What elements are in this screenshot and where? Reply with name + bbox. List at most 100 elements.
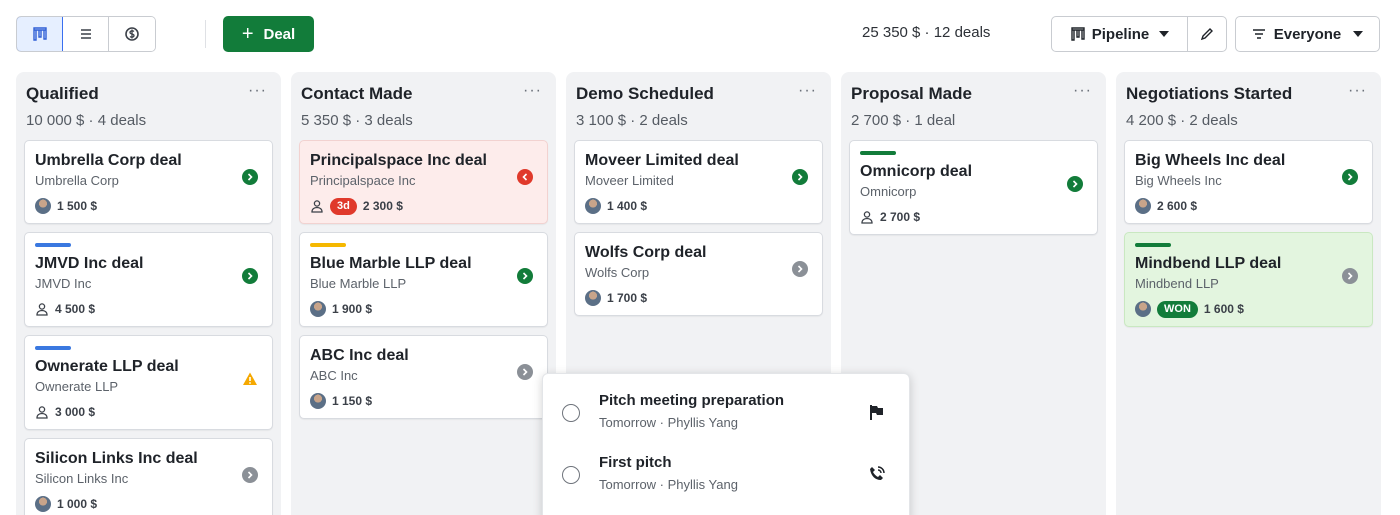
- stage-title: Proposal Made: [851, 84, 972, 103]
- deal-card[interactable]: JMVD Inc deal JMVD Inc 4 500 $: [24, 232, 273, 327]
- stage-title: Contact Made: [301, 84, 413, 103]
- no-activity-icon[interactable]: [517, 364, 533, 380]
- deal-card[interactable]: Umbrella Corp deal Umbrella Corp 1 500 $: [24, 140, 273, 224]
- deal-title: Silicon Links Inc deal: [35, 450, 198, 467]
- schedule-activity-icon[interactable]: [242, 169, 258, 185]
- deal-organization: Principalspace Inc: [310, 173, 416, 188]
- deal-card[interactable]: Silicon Links Inc deal Silicon Links Inc 1…: [24, 438, 273, 515]
- stage-header: Demo Scheduled 3 100 $ · 2 deals ···: [566, 72, 831, 140]
- deal-card[interactable]: Big Wheels Inc deal Big Wheels Inc 2 600 $: [1124, 140, 1373, 224]
- deal-footer: 1 700 $: [585, 289, 812, 307]
- stage-summary: 10 000 $ · 4 deals: [26, 112, 147, 129]
- stage-summary: 2 700 $ · 1 deal: [851, 112, 956, 129]
- stage-header: Proposal Made 2 700 $ · 1 deal ···: [841, 72, 1106, 140]
- avatar: [585, 198, 601, 214]
- schedule-activity-icon[interactable]: [517, 268, 533, 284]
- deal-footer: 4 500 $: [35, 300, 262, 318]
- forecast-view-icon: [125, 27, 139, 41]
- chevron-down-icon: [1353, 31, 1364, 37]
- deal-card[interactable]: Ownerate LLP deal Ownerate LLP 3 000 $: [24, 335, 273, 430]
- deal-title: Omnicorp deal: [860, 163, 973, 180]
- stage-header: Contact Made 5 350 $ · 3 deals ···: [291, 72, 556, 140]
- stage-header: Negotiations Started 4 200 $ · 2 deals ···: [1116, 72, 1381, 140]
- schedule-activity-icon[interactable]: [1067, 176, 1083, 192]
- avatar: [1135, 198, 1151, 214]
- pipeline-icon: [1071, 27, 1085, 41]
- deal-organization: Silicon Links Inc: [35, 471, 129, 486]
- warning-icon[interactable]: [242, 371, 258, 387]
- no-activity-icon[interactable]: [792, 261, 808, 277]
- deal-title: Mindbend LLP deal: [1135, 255, 1282, 272]
- label-stripe: [860, 151, 896, 155]
- more-options-icon[interactable]: ···: [1348, 82, 1367, 100]
- stage-title: Demo Scheduled: [576, 84, 714, 103]
- no-activity-icon[interactable]: [1342, 268, 1358, 284]
- deal-value: 3 000 $: [55, 405, 96, 419]
- pipeline-summary: 25 350 $ · 12 deals: [862, 24, 991, 41]
- deal-organization: Mindbend LLP: [1135, 276, 1219, 291]
- toolbar: + Deal 25 350 $ · 12 deals Pipeline Ever…: [0, 0, 1400, 64]
- edit-pipeline-button[interactable]: [1188, 17, 1226, 51]
- deal-value: 4 500 $: [55, 302, 96, 316]
- deal-card-list: Umbrella Corp deal Umbrella Corp 1 500 $ JM…: [16, 140, 281, 515]
- schedule-activity-icon[interactable]: [1342, 169, 1358, 185]
- activity-done-checkbox[interactable]: [562, 466, 580, 484]
- flag-icon: [865, 400, 889, 424]
- deal-footer: 1 500 $: [35, 197, 262, 215]
- deal-value: 1 150 $: [332, 394, 373, 408]
- deal-footer: 1 400 $: [585, 197, 812, 215]
- more-options-icon[interactable]: ···: [523, 82, 542, 100]
- deal-card[interactable]: ABC Inc deal ABC Inc 1 150 $: [299, 335, 548, 419]
- forecast-view-button[interactable]: [109, 17, 155, 51]
- no-activity-icon[interactable]: [242, 467, 258, 483]
- more-options-icon[interactable]: ···: [1073, 82, 1092, 100]
- stage-title: Negotiations Started: [1126, 84, 1293, 103]
- pipeline-stage-column: Negotiations Started 4 200 $ · 2 deals ···…: [1116, 72, 1381, 515]
- pipeline-view-button[interactable]: [17, 17, 63, 51]
- activity-item[interactable]: First pitch Tomorrow · Phyllis Yang: [543, 436, 909, 498]
- pencil-icon: [1200, 28, 1213, 41]
- deal-title: Principalspace Inc deal: [310, 152, 487, 169]
- activity-item[interactable]: Pitch meeting preparation Tomorrow · Phy…: [543, 374, 909, 436]
- deal-card[interactable]: Wolfs Corp deal Wolfs Corp 1 700 $: [574, 232, 823, 316]
- deal-card[interactable]: Principalspace Inc deal Principalspace In…: [299, 140, 548, 224]
- deal-title: Blue Marble LLP deal: [310, 255, 472, 272]
- pipeline-dropdown[interactable]: Pipeline: [1052, 17, 1188, 51]
- plus-icon: +: [241, 23, 254, 45]
- owner-filter-dropdown[interactable]: Everyone: [1235, 16, 1380, 52]
- pipeline-selector: Pipeline: [1051, 16, 1227, 52]
- deal-card[interactable]: Moveer Limited deal Moveer Limited 1 400 $: [574, 140, 823, 224]
- deal-title: JMVD Inc deal: [35, 255, 144, 272]
- label-stripe: [35, 243, 71, 247]
- deal-title: Ownerate LLP deal: [35, 358, 179, 375]
- deal-card-list: Omnicorp deal Omnicorp 2 700 $: [841, 140, 1106, 235]
- more-options-icon[interactable]: ···: [798, 82, 817, 100]
- phone-call-icon: [865, 462, 889, 486]
- schedule-activity-icon[interactable]: [792, 169, 808, 185]
- activity-done-checkbox[interactable]: [562, 404, 580, 422]
- deal-card-list: Principalspace Inc deal Principalspace In…: [291, 140, 556, 419]
- deal-card-list: Moveer Limited deal Moveer Limited 1 400 $…: [566, 140, 831, 316]
- deal-title: ABC Inc deal: [310, 347, 409, 364]
- deal-organization: Moveer Limited: [585, 173, 674, 188]
- add-deal-label: Deal: [263, 25, 296, 43]
- overdue-badge: 3d: [330, 197, 357, 215]
- list-view-icon: [80, 29, 91, 39]
- label-stripe: [310, 243, 346, 247]
- deal-card[interactable]: Mindbend LLP deal Mindbend LLP WON 1 600 $: [1124, 232, 1373, 327]
- deal-footer: 2 700 $: [860, 208, 1087, 226]
- deal-card[interactable]: Omnicorp deal Omnicorp 2 700 $: [849, 140, 1098, 235]
- list-view-button[interactable]: [63, 17, 109, 51]
- more-options-icon[interactable]: ···: [248, 82, 267, 100]
- deal-card[interactable]: Blue Marble LLP deal Blue Marble LLP 1 900…: [299, 232, 548, 327]
- activities-popover: Pitch meeting preparation Tomorrow · Phy…: [542, 373, 910, 515]
- avatar: [310, 301, 326, 317]
- deal-title: Moveer Limited deal: [585, 152, 739, 169]
- label-stripe: [35, 346, 71, 350]
- owner-filter-label: Everyone: [1273, 25, 1342, 43]
- overdue-activity-icon[interactable]: [517, 169, 533, 185]
- schedule-activity-icon[interactable]: [242, 268, 258, 284]
- person-icon: [310, 199, 324, 213]
- add-deal-button[interactable]: + Deal: [223, 16, 314, 52]
- avatar: [310, 393, 326, 409]
